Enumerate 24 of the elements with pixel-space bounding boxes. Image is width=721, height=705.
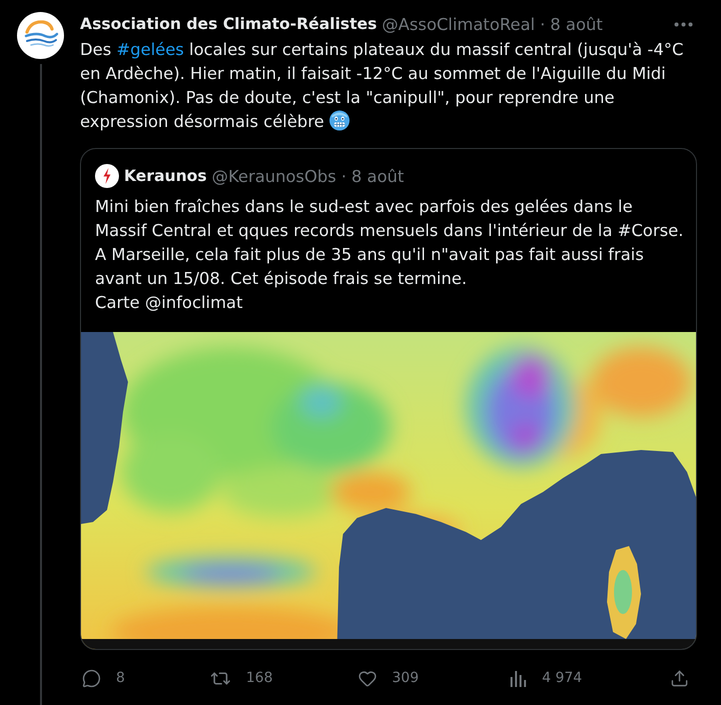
author-handle[interactable]: @KeraunosObs [212, 166, 336, 186]
dot-separator: · [341, 166, 346, 186]
more-icon[interactable] [674, 22, 693, 26]
waves-logo-icon[interactable] [17, 12, 64, 59]
tweet-text: Des #gelées locales sur certains plateaux du massif central (jusqu'à -4°C en Ardèche). Hier matin, il faisait -12°C au sommet de l'Aiguille du Midi (Chamonix). Pas de doute, c'est la "canipull", pour reprendre une expression désormais célèbre [80, 39, 684, 133]
hashtag-link[interactable]: #gelées [116, 40, 184, 59]
quoted-tweet-card[interactable] [80, 148, 697, 650]
author-name[interactable]: Keraunos [124, 167, 207, 185]
dot-separator: · [540, 14, 546, 34]
quoted-tweet-text: Mini bien fraîches dans le sud-est avec parfois des gelées dans le Massif Central et qques records mensuels dans l'intérieur de la #Corse. A Marseille, cela fait plus de 35 ans qu'il n"avait pas fait aussi frais avant un 15/08. Cet épisode frais se termine. Carte @infoclimat [95, 196, 684, 314]
bar-chart-icon [510, 670, 527, 686]
reply-icon [82, 668, 101, 688]
views-button[interactable]: 4 974 [508, 670, 582, 686]
like-button[interactable]: 309 [356, 668, 419, 688]
reply-button[interactable]: 8 [80, 668, 125, 688]
repost-button[interactable]: 168 [208, 668, 273, 688]
share-icon [670, 668, 689, 688]
post-date[interactable]: 8 août [351, 166, 404, 186]
post-date[interactable]: 8 août [550, 14, 603, 34]
heart-icon [358, 668, 377, 688]
author-name[interactable]: Association des Climato-Réalistes [80, 15, 377, 33]
author-handle[interactable]: @AssoClimatoReal [382, 14, 535, 34]
lightning-logo-icon[interactable] [95, 164, 119, 188]
cold-face-icon [329, 110, 350, 131]
